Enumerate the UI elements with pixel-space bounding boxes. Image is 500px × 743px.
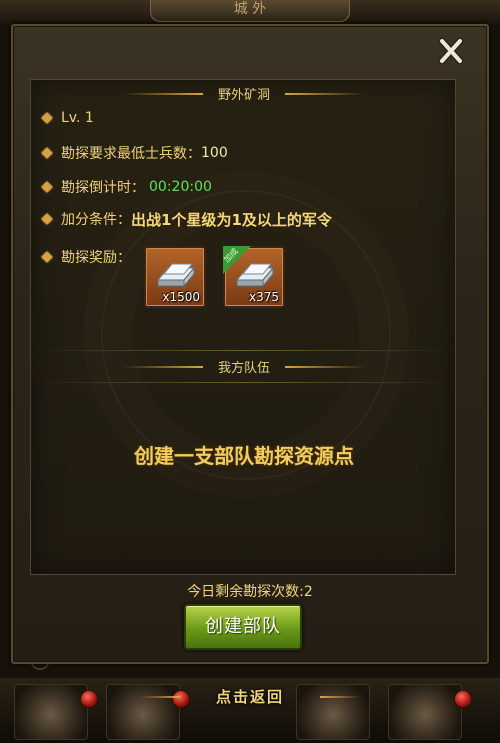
diamond-bullet-icon [41,213,53,225]
bonus-ribbon: 加成 [223,246,253,276]
close-x-icon [438,37,464,65]
background-title-banner: 城 外 [150,0,350,22]
min-soldiers-row: 勘探要求最低士兵数： 100 [41,142,228,164]
background-unit-slot [14,684,88,740]
remaining-attempts-text: 今日剩余勘探次数:2 [187,584,313,600]
close-button[interactable] [434,36,468,66]
reward-quantity: x375 [248,290,279,304]
bonus-condition-value: 出战1个星级为1及以上的军令 [131,210,332,229]
silver-ingot-icon [156,263,196,288]
rewards-row: 勘探奖励： [41,246,131,268]
red-alert-icon [80,690,98,708]
cave-section-header: 野外矿洞 [31,84,455,104]
bonus-condition-row: 加分条件： 出战1个星级为1及以上的军令 [41,208,332,230]
countdown-value: 00:20:00 [149,179,212,195]
background-unit-slot [106,684,180,740]
min-soldiers-value: 100 [201,145,228,161]
countdown-row: 勘探倒计时： 00:20:00 [41,176,212,198]
countdown-label: 勘探倒计时： [61,180,145,196]
header-rule [285,366,365,368]
level-row: Lv. 1 [41,107,94,129]
dialog-content-frame: 野外矿洞 Lv. 1 勘探要求最低士兵数： 100 勘探倒计时： 00:20:0… [30,79,456,575]
header-rule [123,93,203,95]
create-troop-button[interactable]: 创建部队 [184,604,302,650]
team-section-header: 我方队伍 [31,357,455,377]
diamond-bullet-icon [41,251,53,263]
bonus-condition-label: 加分条件： [61,212,131,228]
min-soldiers-label: 勘探要求最低士兵数： [61,146,201,162]
back-button[interactable]: 点击返回 [140,686,330,708]
reward-quantity: x1500 [162,290,200,304]
level-text: Lv. 1 [61,110,94,126]
back-button-label: 点击返回 [215,688,284,706]
decorative-compass [101,190,391,480]
header-rule [285,93,365,95]
rewards-label: 勘探奖励： [61,250,131,266]
diamond-bullet-icon [41,147,53,159]
reward-item-silver-bonus[interactable]: 加成 x375 [223,246,285,308]
diamond-bullet-icon [41,181,53,193]
red-alert-icon [454,690,472,708]
diamond-bullet-icon [41,112,53,124]
section-divider [31,350,455,351]
background-unit-slot [388,684,462,740]
header-rule [123,366,203,368]
reward-item-silver[interactable]: x1500 [144,246,206,308]
cave-title: 野外矿洞 [217,88,270,103]
team-title: 我方队伍 [217,361,270,376]
team-empty-message: 创建一支部队勘探资源点 [134,444,354,468]
section-divider [31,382,455,383]
